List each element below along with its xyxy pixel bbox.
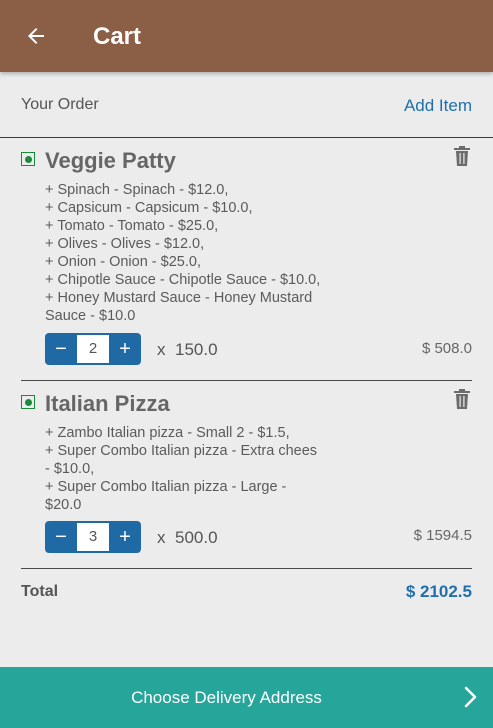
addon-list: + Zambo Italian pizza - Small 2 - $1.5, … [45,424,345,514]
trash-icon[interactable] [453,146,471,166]
choose-delivery-address-button[interactable]: Choose Delivery Address [0,667,493,728]
addon-line: + Zambo Italian pizza - Small 2 - $1.5, [45,425,290,441]
addon-line: + Chipotle Sauce - Chipotle Sauce - $10.… [45,272,321,288]
addon-line: $20.0 [45,497,82,513]
cart-screen: Cart Your Order Add Item Veggie Patty + … [0,0,493,728]
total-label: Total [21,583,59,600]
decrease-button[interactable]: − [45,333,77,365]
unit-price: 500.0 [175,528,218,547]
increase-button[interactable]: + [109,521,141,553]
addon-line: - $10.0, [45,461,95,477]
addon-line: + Tomato - Tomato - $25.0, [45,218,219,234]
quantity-stepper: − 2 + [45,333,141,365]
addon-line: + Spinach - Spinach - $12.0, [45,182,229,198]
back-button[interactable] [22,22,50,50]
order-header: Your Order Add Item [0,72,493,138]
page-title: Cart [93,23,142,50]
arrow-left-icon [28,28,44,44]
addon-line: + Super Combo Italian pizza - Large - [45,479,287,495]
item-name: Veggie Patty [45,148,176,173]
times-sign: x [157,528,166,547]
addon-line: + Onion - Onion - $25.0, [45,254,201,270]
bottom-button-label: Choose Delivery Address [131,688,322,707]
addon-list: + Spinach - Spinach - $12.0, + Capsicum … [45,181,345,325]
veg-indicator-icon [21,395,35,409]
addon-line: Sauce - $10.0 [45,308,136,324]
trash-icon[interactable] [453,389,471,409]
add-item-link[interactable]: Add Item [404,96,472,116]
divider [21,568,472,569]
line-total: $ 1594.5 [413,527,472,544]
unit-price: 150.0 [175,340,218,359]
addon-line: + Honey Mustard Sauce - Honey Mustard [45,290,313,306]
addon-line: + Olives - Olives - $12.0, [45,236,205,252]
app-bar: Cart [0,0,493,72]
line-total: $ 508.0 [421,340,472,357]
cart-item: Veggie Patty + Spinach - Spinach - $12.0… [0,138,493,381]
increase-button[interactable]: + [109,333,141,365]
quantity-value[interactable]: 2 [77,335,109,363]
cart-item: Italian Pizza + Zambo Italian pizza - Sm… [0,381,493,569]
total-value: $ 2102.5 [405,582,472,601]
quantity-stepper: − 3 + [45,521,141,553]
veg-indicator-icon [21,152,35,166]
quantity-value[interactable]: 3 [77,523,109,551]
addon-line: + Capsicum - Capsicum - $10.0, [45,200,253,216]
chevron-right-icon [464,686,477,708]
your-order-label: Your Order [21,96,99,113]
times-sign: x [157,340,166,359]
decrease-button[interactable]: − [45,521,77,553]
item-name: Italian Pizza [45,391,170,416]
addon-line: + Super Combo Italian pizza - Extra chee… [45,443,318,459]
